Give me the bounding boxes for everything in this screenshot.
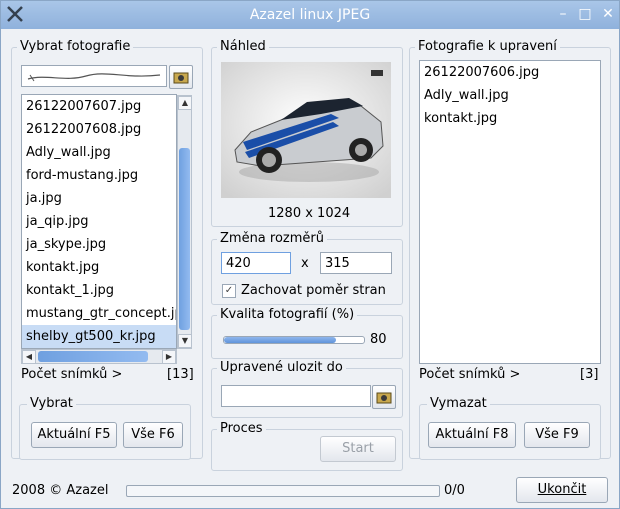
source-file-item[interactable]: Adly_wall.jpg [22,141,176,164]
scroll-right-icon[interactable]: ▶ [162,350,176,364]
folder-icon [173,72,189,84]
delete-current-button[interactable]: Aktuální F8 [428,422,516,448]
source-file-list[interactable]: 26122007607.jpg 26122007608.jpg Adly_wall.… [21,94,177,349]
source-file-item[interactable]: ja_qip.jpg [22,210,176,233]
scroll-left-icon[interactable]: ◀ [22,350,36,364]
target-count-label: Počet snímků > [419,367,521,382]
quality-value: 80 [370,332,387,347]
source-file-item[interactable]: 26122007607.jpg [22,95,176,118]
folder-path-input[interactable] [21,65,167,87]
source-file-item[interactable]: mustang_gtr_concept.jpg [22,302,176,325]
close-icon[interactable]: ✕ [600,6,616,22]
source-file-item[interactable]: ja_skype.jpg [22,233,176,256]
path-scribble-icon [27,73,161,82]
source-count-value: [13] [167,367,194,382]
delete-all-button[interactable]: Vše F9 [524,422,590,448]
target-file-list[interactable]: 26122007606.jpg Adly_wall.jpg kontakt.jpg [419,60,601,364]
progress-bar [126,485,440,497]
scroll-down-icon[interactable]: ▼ [178,334,192,348]
start-button[interactable]: Start [320,436,396,462]
save-to-label: Upravené ulozit do [217,360,346,375]
source-file-item[interactable]: kontakt_1.jpg [22,279,176,302]
select-photos-label: Vybrat fotografie [17,39,134,54]
select-actions-label: Vybrat [27,396,76,411]
target-file-item[interactable]: Adly_wall.jpg [420,84,600,107]
width-input[interactable]: 420 [221,252,291,274]
image-dimensions: 1280 x 1024 [268,206,351,221]
app-window: Azazel linux JPEG – □ ✕ Vybrat fotografi… [0,0,620,509]
vscroll-thumb[interactable] [179,148,190,330]
scroll-up-icon[interactable]: ▲ [178,96,192,110]
maximize-icon[interactable]: □ [577,6,593,22]
source-count-label: Počet snímků > [21,367,123,382]
minimize-icon[interactable]: – [555,6,571,22]
title-bar[interactable]: Azazel linux JPEG – □ ✕ [1,1,619,29]
source-list-vscrollbar[interactable]: ▲ ▼ [177,95,192,349]
source-list-hscrollbar[interactable]: ◀ ▶ [21,349,177,364]
browse-folder-button[interactable] [169,65,193,89]
browse-output-button[interactable] [372,385,396,409]
folder-icon [376,392,392,404]
source-file-item[interactable]: ford-mustang.jpg [22,164,176,187]
source-file-item[interactable]: 26122007608.jpg [22,118,176,141]
quality-slider[interactable] [223,336,365,344]
quit-button[interactable]: Ukončit [516,477,608,503]
save-to-input[interactable] [221,385,371,407]
hscroll-thumb[interactable] [38,351,148,362]
process-label: Proces [217,421,266,436]
quality-slider-fill [224,337,336,343]
photos-to-edit-label: Fotografie k upravení [415,39,560,54]
select-current-button[interactable]: Aktuální F5 [31,422,117,448]
preview-image [221,62,391,198]
resize-label: Změna rozměrů [217,231,327,246]
source-file-item[interactable]: shelby_gt500_kr.jpg [22,325,176,348]
target-file-item[interactable]: kontakt.jpg [420,107,600,130]
dimension-separator: x [301,256,309,271]
source-file-item[interactable]: ja.jpg [22,187,176,210]
delete-actions-label: Vymazat [427,396,490,411]
preview-label: Náhled [217,39,269,54]
target-count-value: [3] [580,367,599,382]
keep-ratio-label: Zachovat poměr stran [241,283,386,298]
window-title: Azazel linux JPEG [249,7,371,23]
copyright-text: 2008 © Azazel [12,483,109,498]
progress-text: 0/0 [444,483,465,498]
source-file-item[interactable]: kontakt.jpg [22,256,176,279]
target-file-item[interactable]: 26122007606.jpg [420,61,600,84]
select-all-button[interactable]: Vše F6 [123,422,183,448]
height-input[interactable]: 315 [320,252,392,274]
quality-label: Kvalita fotografií (%) [217,307,358,322]
keep-ratio-checkbox[interactable]: ✓ [222,284,236,298]
